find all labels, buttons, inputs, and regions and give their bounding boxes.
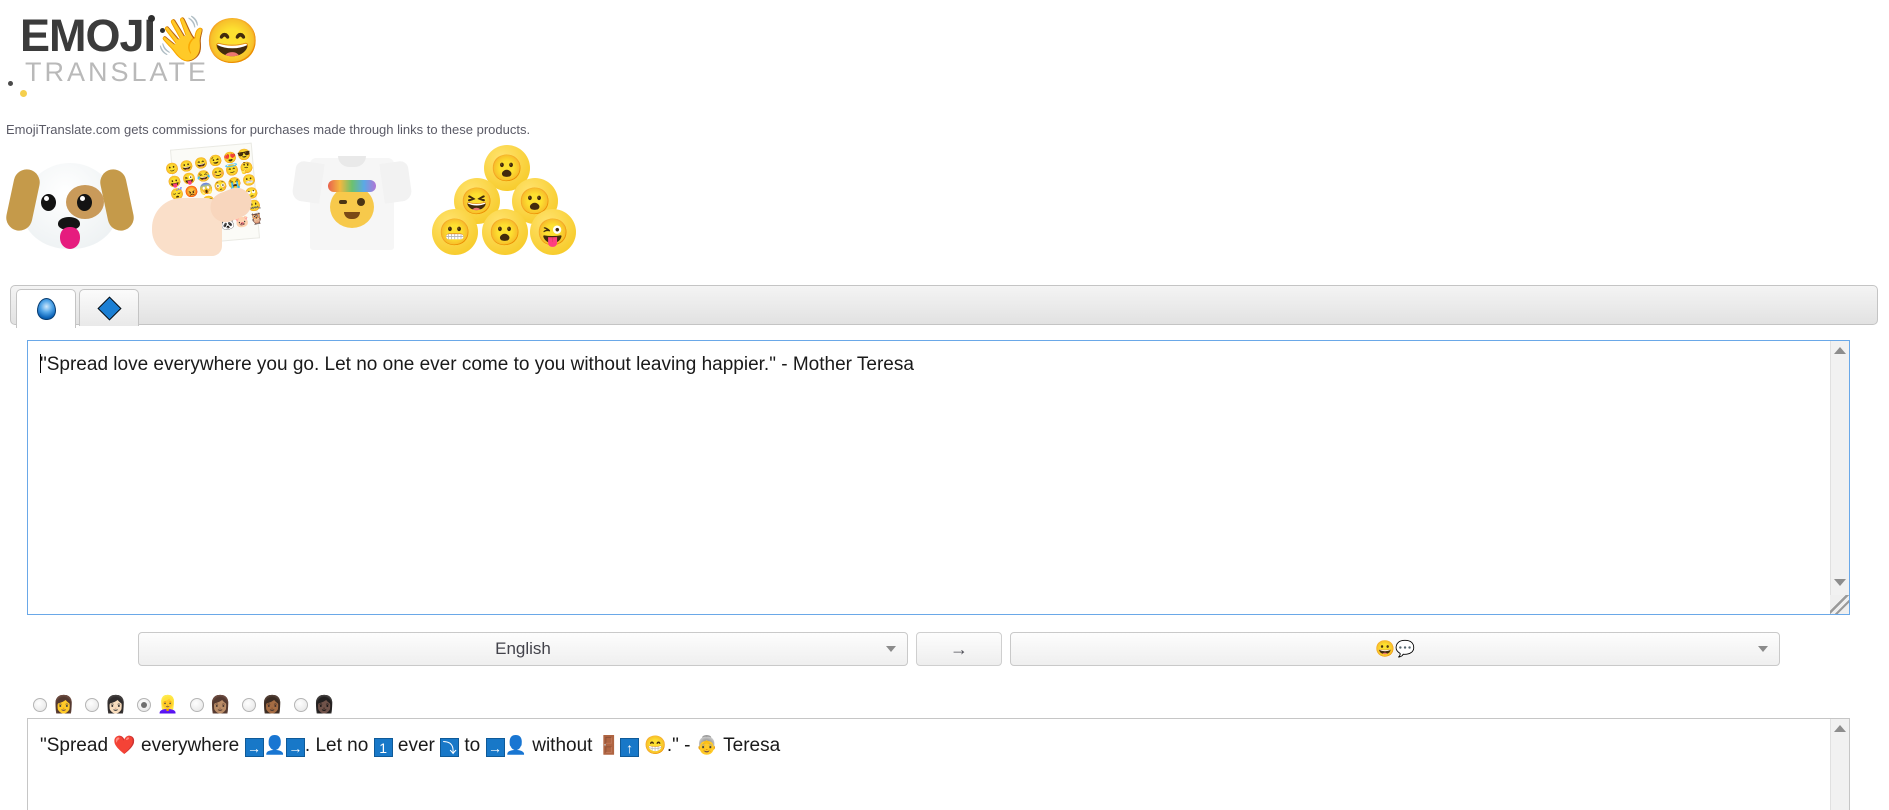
skin-tone-option-0[interactable]: 👩 [33, 696, 74, 713]
tab-translate[interactable] [16, 289, 76, 328]
down-curve-arrow-box: ⤵ [440, 738, 460, 757]
gem-globe-icon [36, 298, 56, 320]
skin-tone-option-3[interactable]: 👩🏽 [189, 695, 231, 714]
source-language-label: English [495, 639, 551, 658]
radio-tone-light[interactable] [85, 697, 100, 712]
output-text-segment-18: ." - [666, 735, 696, 756]
red-heart-emoji: ❤️ [113, 735, 136, 755]
skin-tone-emoji-2: 👱‍♀️ [157, 695, 179, 714]
tab-secondary[interactable] [79, 289, 139, 326]
translate-arrow-icon: → [950, 638, 968, 659]
affiliate-disclosure: EmojiTranslate.com gets commissions for … [6, 122, 531, 137]
skin-tone-emoji-5: 👩🏿 [313, 695, 336, 714]
radio-tone-medium-dark[interactable] [241, 697, 256, 712]
source-language-select[interactable]: English [138, 632, 908, 666]
skin-tone-option-2[interactable]: 👱‍♀️ [137, 695, 179, 714]
grinning-face-icon: 😄 [205, 17, 260, 66]
skin-tone-emoji-1: 👩🏻 [105, 695, 127, 714]
output-text-segment-10: to [459, 735, 486, 756]
radio-tone-dark[interactable] [293, 697, 308, 712]
translated-output-area[interactable]: "Spread ❤️ everywhere → 👤 →. Let no 1 ever… [27, 718, 1850, 810]
language-controls-row: English → 😀💬 [0, 632, 1889, 678]
skin-tone-emoji-0: 👩 [53, 695, 75, 714]
radio-tone-medium[interactable] [189, 697, 204, 712]
right-arrow-box: → [244, 738, 264, 757]
source-scrollbar[interactable] [1830, 341, 1849, 614]
product-link-emoji-dog-plush-pillow[interactable] [4, 142, 136, 260]
blue-diamond-icon [96, 295, 122, 321]
skin-tone-option-5[interactable]: 👩🏿 [293, 695, 336, 714]
chevron-down-icon [886, 646, 896, 652]
output-scrollbar[interactable] [1830, 719, 1849, 810]
output-text-segment-6: . Let no [304, 735, 374, 756]
logo-dot-grey [8, 81, 13, 86]
bust-in-silhouette-emoji: 👤 [504, 735, 527, 755]
source-text-value: "Spread love everywhere you go. Let no o… [40, 353, 1819, 377]
scroll-up-icon[interactable] [1834, 347, 1846, 354]
right-arrow-box: → [285, 738, 305, 757]
beaming-face-emoji: 😁 [644, 735, 667, 755]
scroll-down-icon[interactable] [1834, 579, 1846, 586]
skin-tone-option-1[interactable]: 👩🏻 [85, 696, 126, 713]
textarea-resize-handle[interactable] [1830, 595, 1849, 614]
source-text-area[interactable]: "Spread love everywhere you go. Let no o… [27, 340, 1850, 615]
bust-in-silhouette-emoji: 👤 [263, 735, 286, 755]
skin-tone-emoji-3: 👩🏽 [209, 695, 231, 714]
output-text-segment-0: "Spread [40, 735, 114, 756]
skin-tone-selector: 👩 👩🏻 👱‍♀️ 👩🏽 👩🏾 👩🏿 [33, 696, 346, 713]
skin-tone-option-4[interactable]: 👩🏾 [241, 695, 283, 714]
site-logo[interactable]: EMOJI TRANSLATE 👋 😄 [0, 0, 300, 105]
door-emoji: 🚪 [597, 735, 621, 755]
source-text-content: "Spread love everywhere you go. Let no o… [40, 354, 914, 375]
output-text-segment-8: ever [392, 735, 441, 756]
keycap-one: 1 [373, 738, 393, 757]
scroll-up-icon[interactable] [1834, 725, 1846, 732]
logo-primary-text: EMOJI [20, 10, 156, 61]
target-language-select[interactable]: 😀💬 [1010, 632, 1780, 666]
chevron-down-icon [1758, 646, 1768, 652]
output-text-segment-13: without [526, 735, 598, 756]
translated-output-value: "Spread ❤️ everywhere → 👤 →. Let no 1 ever… [40, 732, 1819, 759]
waving-hand-icon: 👋 [155, 15, 210, 64]
logo-accent-dot-1 [148, 15, 155, 22]
radio-tone-medium-light[interactable] [137, 697, 152, 712]
up-arrow-box: ↑ [620, 738, 640, 757]
product-link-emoji-flower-crown-tshirt[interactable] [286, 142, 418, 260]
skin-tone-emoji-4: 👩🏾 [261, 695, 283, 714]
older-woman-emoji: 👵 [695, 735, 719, 755]
translate-button[interactable]: → [916, 632, 1002, 666]
output-text-segment-2: everywhere [135, 735, 245, 756]
output-text-segment-20: Teresa [718, 735, 781, 756]
right-arrow-box: → [485, 738, 505, 757]
product-link-emoji-sticker-sheet[interactable]: 🙂😀😄😉😍😎 😛😜😂😊😇🤔 😴😡😱😳😭😬 🤗😋😌😐😑🙄 😏😒😓😔😕🤐 🐱🐶🦄🐼🐷… [145, 142, 277, 260]
tab-bar [10, 285, 1878, 328]
product-link-emoji-plush-ball-set[interactable]: 😮 😆 😮 😬 😮 😜 [427, 142, 577, 260]
target-language-label: 😀💬 [1375, 641, 1415, 658]
radio-tone-default[interactable] [33, 697, 47, 712]
logo-dot-yellow [20, 90, 27, 97]
